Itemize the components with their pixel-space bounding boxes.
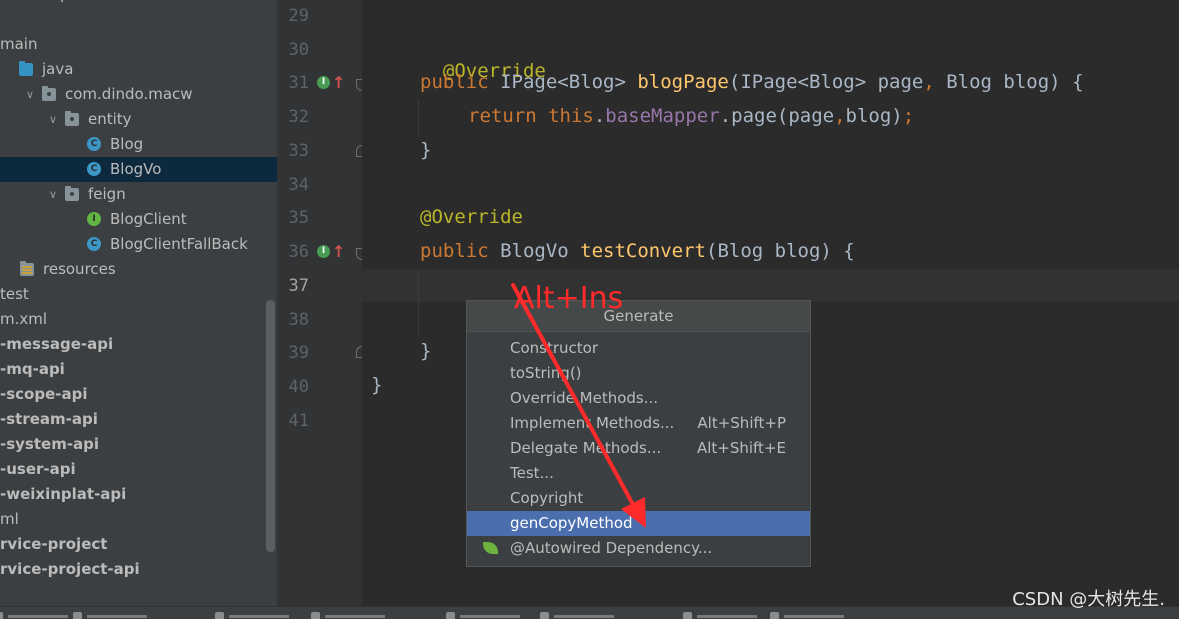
annotation-text: Alt+Ins xyxy=(514,281,624,316)
watermark: CSDN @大树先生. xyxy=(1012,589,1165,610)
bottom-tool-bar xyxy=(0,606,1179,619)
